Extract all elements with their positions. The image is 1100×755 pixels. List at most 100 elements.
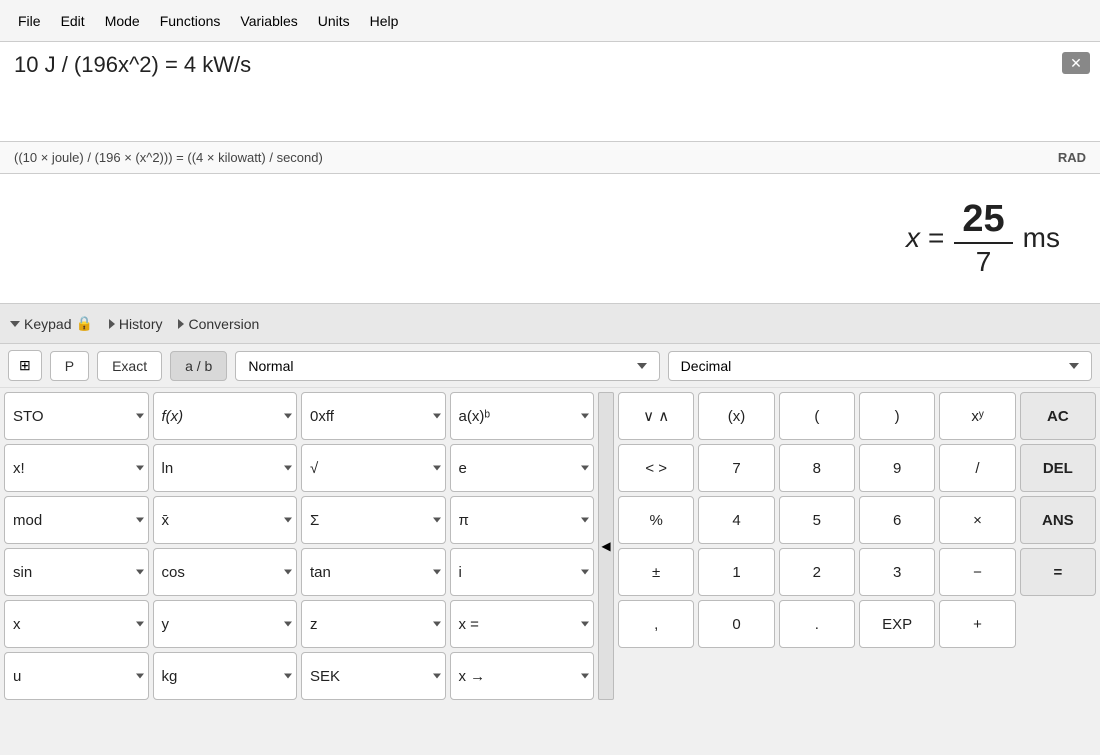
- left-key-5[interactable]: ln: [153, 444, 298, 492]
- left-key-20[interactable]: u: [4, 652, 149, 700]
- right-key-row2-3[interactable]: 9: [859, 444, 935, 492]
- menu-edit[interactable]: Edit: [51, 9, 95, 33]
- left-key-label-4: x!: [13, 460, 25, 477]
- right-key-row3-5[interactable]: ANS: [1020, 496, 1096, 544]
- right-key-row5-4[interactable]: +: [939, 600, 1015, 648]
- menu-units[interactable]: Units: [308, 9, 360, 33]
- left-key-12[interactable]: sin: [4, 548, 149, 596]
- left-key-1[interactable]: f(x): [153, 392, 298, 440]
- right-key-row2-4[interactable]: /: [939, 444, 1015, 492]
- right-key-row3-0[interactable]: %: [618, 496, 694, 544]
- left-key-10[interactable]: Σ: [301, 496, 446, 544]
- clear-button[interactable]: ✕: [1062, 52, 1090, 74]
- left-key-7[interactable]: e: [450, 444, 595, 492]
- right-key-label-row5-0: ,: [654, 616, 658, 633]
- right-key-row4-1[interactable]: 1: [698, 548, 774, 596]
- left-key-caret-9: [284, 518, 292, 523]
- right-key-row4-4[interactable]: −: [939, 548, 1015, 596]
- keypad-body: STO f(x) 0xffa(x)ᵇ x! ln√e modx̄Σπ sincos tan i x…: [0, 388, 1100, 704]
- left-key-16[interactable]: x: [4, 600, 149, 648]
- right-key-row3-1[interactable]: 4: [698, 496, 774, 544]
- normal-caret-icon: [637, 363, 647, 369]
- left-key-0[interactable]: STO: [4, 392, 149, 440]
- right-key-row2-2[interactable]: 8: [779, 444, 855, 492]
- right-key-row1-2[interactable]: (: [779, 392, 855, 440]
- right-key-row1-4[interactable]: xʸ: [939, 392, 1015, 440]
- left-key-21[interactable]: kg: [153, 652, 298, 700]
- menu-file[interactable]: File: [8, 9, 51, 33]
- main-input[interactable]: [14, 52, 1086, 78]
- right-key-row5-2[interactable]: .: [779, 600, 855, 648]
- right-key-row1-0[interactable]: ∨ ∧: [618, 392, 694, 440]
- right-key-label-row5-4: +: [973, 616, 982, 633]
- menu-help[interactable]: Help: [360, 9, 409, 33]
- right-key-row2-5[interactable]: DEL: [1020, 444, 1096, 492]
- right-key-label-row1-2: (: [814, 408, 819, 425]
- left-key-label-20: u: [13, 668, 21, 685]
- left-key-14[interactable]: tan: [301, 548, 446, 596]
- right-key-row2-0[interactable]: < >: [618, 444, 694, 492]
- right-key-row1-1[interactable]: (x): [698, 392, 774, 440]
- menubar: File Edit Mode Functions Variables Units…: [0, 0, 1100, 42]
- left-key-8[interactable]: mod: [4, 496, 149, 544]
- right-key-label-row4-4: −: [973, 564, 982, 581]
- left-key-2[interactable]: 0xff: [301, 392, 446, 440]
- left-key-22[interactable]: SEK: [301, 652, 446, 700]
- right-key-row3-3[interactable]: 6: [859, 496, 935, 544]
- right-key-row5-1[interactable]: 0: [698, 600, 774, 648]
- left-key-caret-23: [581, 674, 589, 679]
- result-equals: =: [928, 222, 944, 254]
- right-key-row3-4[interactable]: ×: [939, 496, 1015, 544]
- menu-functions[interactable]: Functions: [150, 9, 231, 33]
- conversion-toggle[interactable]: Conversion: [178, 316, 259, 332]
- left-key-15[interactable]: i: [450, 548, 595, 596]
- right-key-row2-1[interactable]: 7: [698, 444, 774, 492]
- p-button[interactable]: P: [50, 351, 89, 381]
- left-key-11[interactable]: π: [450, 496, 595, 544]
- right-key-row5-0[interactable]: ,: [618, 600, 694, 648]
- right-key-label-row5-3: EXP: [882, 616, 912, 633]
- left-key-caret-20: [136, 674, 144, 679]
- right-key-row4-3[interactable]: 3: [859, 548, 935, 596]
- left-key-caret-13: [284, 570, 292, 575]
- left-key-3[interactable]: a(x)ᵇ: [450, 392, 595, 440]
- left-key-18[interactable]: z: [301, 600, 446, 648]
- normal-select[interactable]: Normal: [235, 351, 659, 381]
- left-key-19[interactable]: x =: [450, 600, 595, 648]
- right-key-row3-2[interactable]: 5: [779, 496, 855, 544]
- left-key-label-11: π: [459, 512, 469, 529]
- decimal-label: Decimal: [681, 358, 732, 374]
- right-key-label-row2-3: 9: [893, 460, 901, 477]
- left-key-caret-3: [581, 414, 589, 419]
- right-key-row4-0[interactable]: ±: [618, 548, 694, 596]
- right-key-row1-5[interactable]: AC: [1020, 392, 1096, 440]
- right-key-row4-2[interactable]: 2: [779, 548, 855, 596]
- grid-button[interactable]: ⊞: [8, 350, 42, 381]
- result-area: x = 25 7 ms: [0, 174, 1100, 304]
- right-key-label-row1-0: ∨ ∧: [643, 407, 669, 425]
- left-key-17[interactable]: y: [153, 600, 298, 648]
- exact-button[interactable]: Exact: [97, 351, 162, 381]
- menu-mode[interactable]: Mode: [95, 9, 150, 33]
- right-key-label-row1-1: (x): [728, 408, 746, 425]
- keypad-toggle[interactable]: Keypad 🔒: [10, 315, 93, 332]
- right-key-label-row5-2: .: [815, 616, 819, 633]
- left-key-6[interactable]: √: [301, 444, 446, 492]
- right-key-row1-3[interactable]: ): [859, 392, 935, 440]
- history-toggle[interactable]: History: [109, 316, 163, 332]
- right-key-row5-3[interactable]: EXP: [859, 600, 935, 648]
- left-key-9[interactable]: x̄: [153, 496, 298, 544]
- left-key-label-13: cos: [162, 564, 185, 581]
- left-key-label-1: f(x): [162, 408, 184, 425]
- expand-arrow[interactable]: ◀: [598, 392, 614, 700]
- left-key-label-19: x =: [459, 616, 479, 633]
- left-key-label-14: tan: [310, 564, 331, 581]
- expression-line: ((10 × joule) / (196 × (x^2))) = ((4 × k…: [0, 142, 1100, 174]
- decimal-select[interactable]: Decimal: [668, 351, 1092, 381]
- left-key-4[interactable]: x!: [4, 444, 149, 492]
- left-key-13[interactable]: cos: [153, 548, 298, 596]
- left-key-23[interactable]: x →: [450, 652, 595, 700]
- menu-variables[interactable]: Variables: [230, 9, 307, 33]
- right-key-row4-5[interactable]: =: [1020, 548, 1096, 596]
- ab-button[interactable]: a / b: [170, 351, 227, 381]
